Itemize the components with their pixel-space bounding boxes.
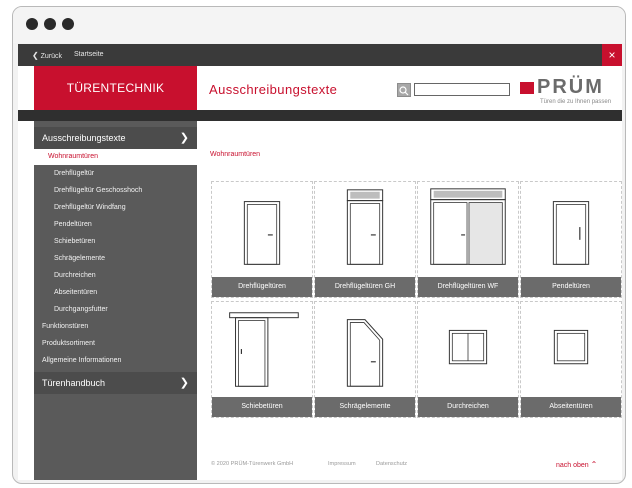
sidebar-item-allgemeine-informationen[interactable]: Allgemeine Informationen: [42, 353, 121, 369]
door-card[interactable]: Drehflügeltüren: [211, 181, 313, 298]
sidebar-item[interactable]: Drehflügeltür: [54, 166, 94, 182]
card-label: Pendeltüren: [521, 277, 621, 297]
sidebar-item[interactable]: Durchgangsfutter: [54, 302, 108, 318]
card-label: Abseitentüren: [521, 397, 621, 417]
chevron-up-icon: ⌃: [590, 460, 598, 469]
card-label: Schrägelemente: [315, 397, 415, 417]
door-card[interactable]: Pendeltüren: [520, 181, 622, 298]
door-card[interactable]: Schrägelemente: [314, 301, 416, 418]
window-dot-icon[interactable]: [62, 18, 74, 30]
door-drawing-icon: [229, 312, 299, 387]
chevron-right-icon: ❯: [179, 377, 189, 389]
chevron-right-icon: ❯: [179, 132, 189, 144]
chevron-left-icon: ❮: [32, 51, 39, 60]
back-to-top-link[interactable]: nach oben ⌃: [556, 460, 597, 469]
top-nav-bar: ❮ Zurück Startseite ×: [18, 44, 622, 66]
home-link[interactable]: Startseite: [74, 51, 104, 58]
card-label: Durchreichen: [418, 397, 518, 417]
door-card[interactable]: Drehflügeltüren GH: [314, 181, 416, 298]
sidebar-item-wohnraumtueren[interactable]: Wohnraumtüren: [34, 149, 197, 165]
header-band: [18, 110, 622, 121]
door-drawing-icon: [346, 189, 384, 265]
app-content: ❮ Zurück Startseite × TÜRENTECHNIK Aussc…: [18, 44, 622, 480]
title-bar: [13, 7, 625, 43]
logo-mark: [520, 82, 534, 94]
footer-datenschutz-link[interactable]: Datenschutz: [376, 461, 407, 467]
logo: PRÜM: [537, 76, 604, 98]
sidebar-item[interactable]: Schrägelemente: [54, 251, 105, 267]
logo-tagline: Türen die zu Ihnen passen: [540, 99, 612, 105]
sidebar-item[interactable]: Schiebetüren: [54, 234, 95, 250]
door-card[interactable]: Schiebetüren: [211, 301, 313, 418]
page-title: Ausschreibungstexte: [209, 82, 338, 97]
window-dot-icon[interactable]: [44, 18, 56, 30]
sidebar-section-tuerenhandbuch[interactable]: Türenhandbuch ❯: [34, 372, 197, 394]
footer-impressum-link[interactable]: Impressum: [328, 461, 356, 467]
footer-copyright: © 2020 PRÜM-Türenwerk GmbH: [211, 461, 294, 467]
door-drawing-icon: [243, 201, 281, 265]
card-label: Schiebetüren: [212, 397, 312, 417]
section-subtitle: Wohnraumtüren: [210, 151, 261, 158]
sidebar-item[interactable]: Pendeltüren: [54, 217, 92, 233]
sidebar-item[interactable]: Drehflügeltür Windfang: [54, 200, 126, 216]
sidebar-item[interactable]: Durchreichen: [54, 268, 96, 284]
door-drawing-icon: [553, 329, 589, 365]
card-label: Drehflügeltüren WF: [418, 277, 518, 297]
close-button[interactable]: ×: [602, 44, 622, 66]
app-window: ❮ Zurück Startseite × TÜRENTECHNIK Aussc…: [12, 6, 626, 484]
search-input[interactable]: [414, 83, 510, 96]
card-label: Drehflügeltüren: [212, 277, 312, 297]
door-drawing-icon: [430, 188, 506, 265]
door-drawing-icon: [448, 329, 488, 365]
window-dot-icon[interactable]: [26, 18, 38, 30]
sidebar-section-ausschreibungstexte[interactable]: Ausschreibungstexte ❯: [34, 127, 197, 149]
door-card[interactable]: Abseitentüren: [520, 301, 622, 418]
sidebar-item[interactable]: Abseitentüren: [54, 285, 97, 301]
back-link[interactable]: ❮ Zurück: [32, 51, 62, 60]
sidebar: Ausschreibungstexte ❯ Wohnraumtüren Dreh…: [34, 121, 197, 480]
search-icon[interactable]: [397, 83, 411, 97]
door-card[interactable]: Drehflügeltüren WF: [417, 181, 519, 298]
card-label: Drehflügeltüren GH: [315, 277, 415, 297]
section-brand: TÜRENTECHNIK: [34, 66, 197, 110]
sidebar-item[interactable]: Drehflügeltür Geschosshoch: [54, 183, 142, 199]
door-drawing-icon: [346, 319, 384, 387]
sidebar-item-produktsortiment[interactable]: Produktsortiment: [42, 336, 95, 352]
door-drawing-icon: [552, 201, 590, 265]
door-card[interactable]: Durchreichen: [417, 301, 519, 418]
sidebar-item-funktionstueren[interactable]: Funktionstüren: [42, 319, 88, 335]
